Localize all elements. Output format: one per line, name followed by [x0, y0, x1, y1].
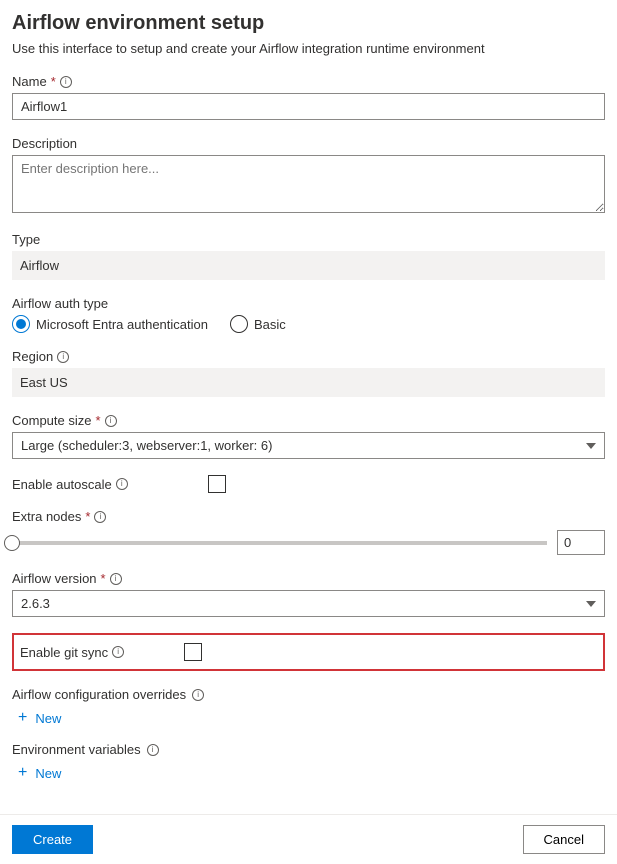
overrides-label: Airflow configuration overrides [12, 687, 186, 702]
overrides-new-button[interactable]: + New [18, 710, 61, 726]
cancel-button[interactable]: Cancel [523, 825, 605, 854]
info-icon[interactable]: i [192, 689, 204, 701]
page-title: Airflow environment setup [12, 12, 605, 35]
info-icon[interactable]: i [60, 76, 72, 88]
envvars-label: Environment variables [12, 742, 141, 757]
type-label: Type [12, 232, 40, 247]
description-field: Description [12, 136, 605, 216]
gitsync-checkbox[interactable] [184, 643, 202, 661]
info-icon[interactable]: i [112, 646, 124, 658]
overrides-new-label: New [35, 711, 61, 726]
radio-icon [230, 315, 248, 333]
version-label: Airflow version [12, 571, 97, 586]
version-select[interactable]: 2.6.3 [12, 590, 605, 617]
region-field: Region i East US [12, 349, 605, 397]
type-field: Type Airflow [12, 232, 605, 280]
description-input[interactable] [12, 155, 605, 213]
autoscale-checkbox[interactable] [208, 475, 226, 493]
envvars-new-label: New [35, 766, 61, 781]
gitsync-highlight: Enable git sync i [12, 633, 605, 671]
name-field: Name * i [12, 74, 605, 120]
page-subtitle: Use this interface to setup and create y… [12, 41, 605, 56]
form-scroll-area[interactable]: Airflow environment setup Use this inter… [0, 0, 617, 814]
name-label: Name [12, 74, 47, 89]
type-value: Airflow [12, 251, 605, 280]
description-label: Description [12, 136, 77, 151]
region-label: Region [12, 349, 53, 364]
nodes-label: Extra nodes [12, 509, 81, 524]
nodes-value[interactable]: 0 [557, 530, 605, 555]
plus-icon: + [18, 765, 27, 781]
required-asterisk: * [51, 74, 56, 89]
create-button[interactable]: Create [12, 825, 93, 854]
envvars-new-button[interactable]: + New [18, 765, 61, 781]
auth-basic-label: Basic [254, 317, 286, 332]
required-asterisk: * [95, 413, 100, 428]
region-value: East US [12, 368, 605, 397]
auth-entra-label: Microsoft Entra authentication [36, 317, 208, 332]
version-field: Airflow version * i 2.6.3 [12, 571, 605, 617]
nodes-field: Extra nodes * i 0 [12, 509, 605, 555]
compute-field: Compute size * i Large (scheduler:3, web… [12, 413, 605, 459]
auth-label: Airflow auth type [12, 296, 108, 311]
auth-field: Airflow auth type Microsoft Entra authen… [12, 296, 605, 333]
info-icon[interactable]: i [110, 573, 122, 585]
gitsync-label: Enable git sync [20, 645, 108, 660]
slider-thumb-icon[interactable] [4, 535, 20, 551]
radio-icon [12, 315, 30, 333]
compute-select[interactable]: Large (scheduler:3, webserver:1, worker:… [12, 432, 605, 459]
info-icon[interactable]: i [147, 744, 159, 756]
footer: Create Cancel [0, 814, 617, 864]
auth-radio-basic[interactable]: Basic [230, 315, 286, 333]
autoscale-field: Enable autoscale i [12, 475, 605, 493]
info-icon[interactable]: i [105, 415, 117, 427]
info-icon[interactable]: i [57, 351, 69, 363]
plus-icon: + [18, 710, 27, 726]
nodes-slider[interactable] [12, 541, 547, 545]
compute-label: Compute size [12, 413, 91, 428]
auth-radio-entra[interactable]: Microsoft Entra authentication [12, 315, 208, 333]
required-asterisk: * [101, 571, 106, 586]
info-icon[interactable]: i [94, 511, 106, 523]
name-input[interactable] [12, 93, 605, 120]
autoscale-label: Enable autoscale [12, 477, 112, 492]
required-asterisk: * [85, 509, 90, 524]
info-icon[interactable]: i [116, 478, 128, 490]
